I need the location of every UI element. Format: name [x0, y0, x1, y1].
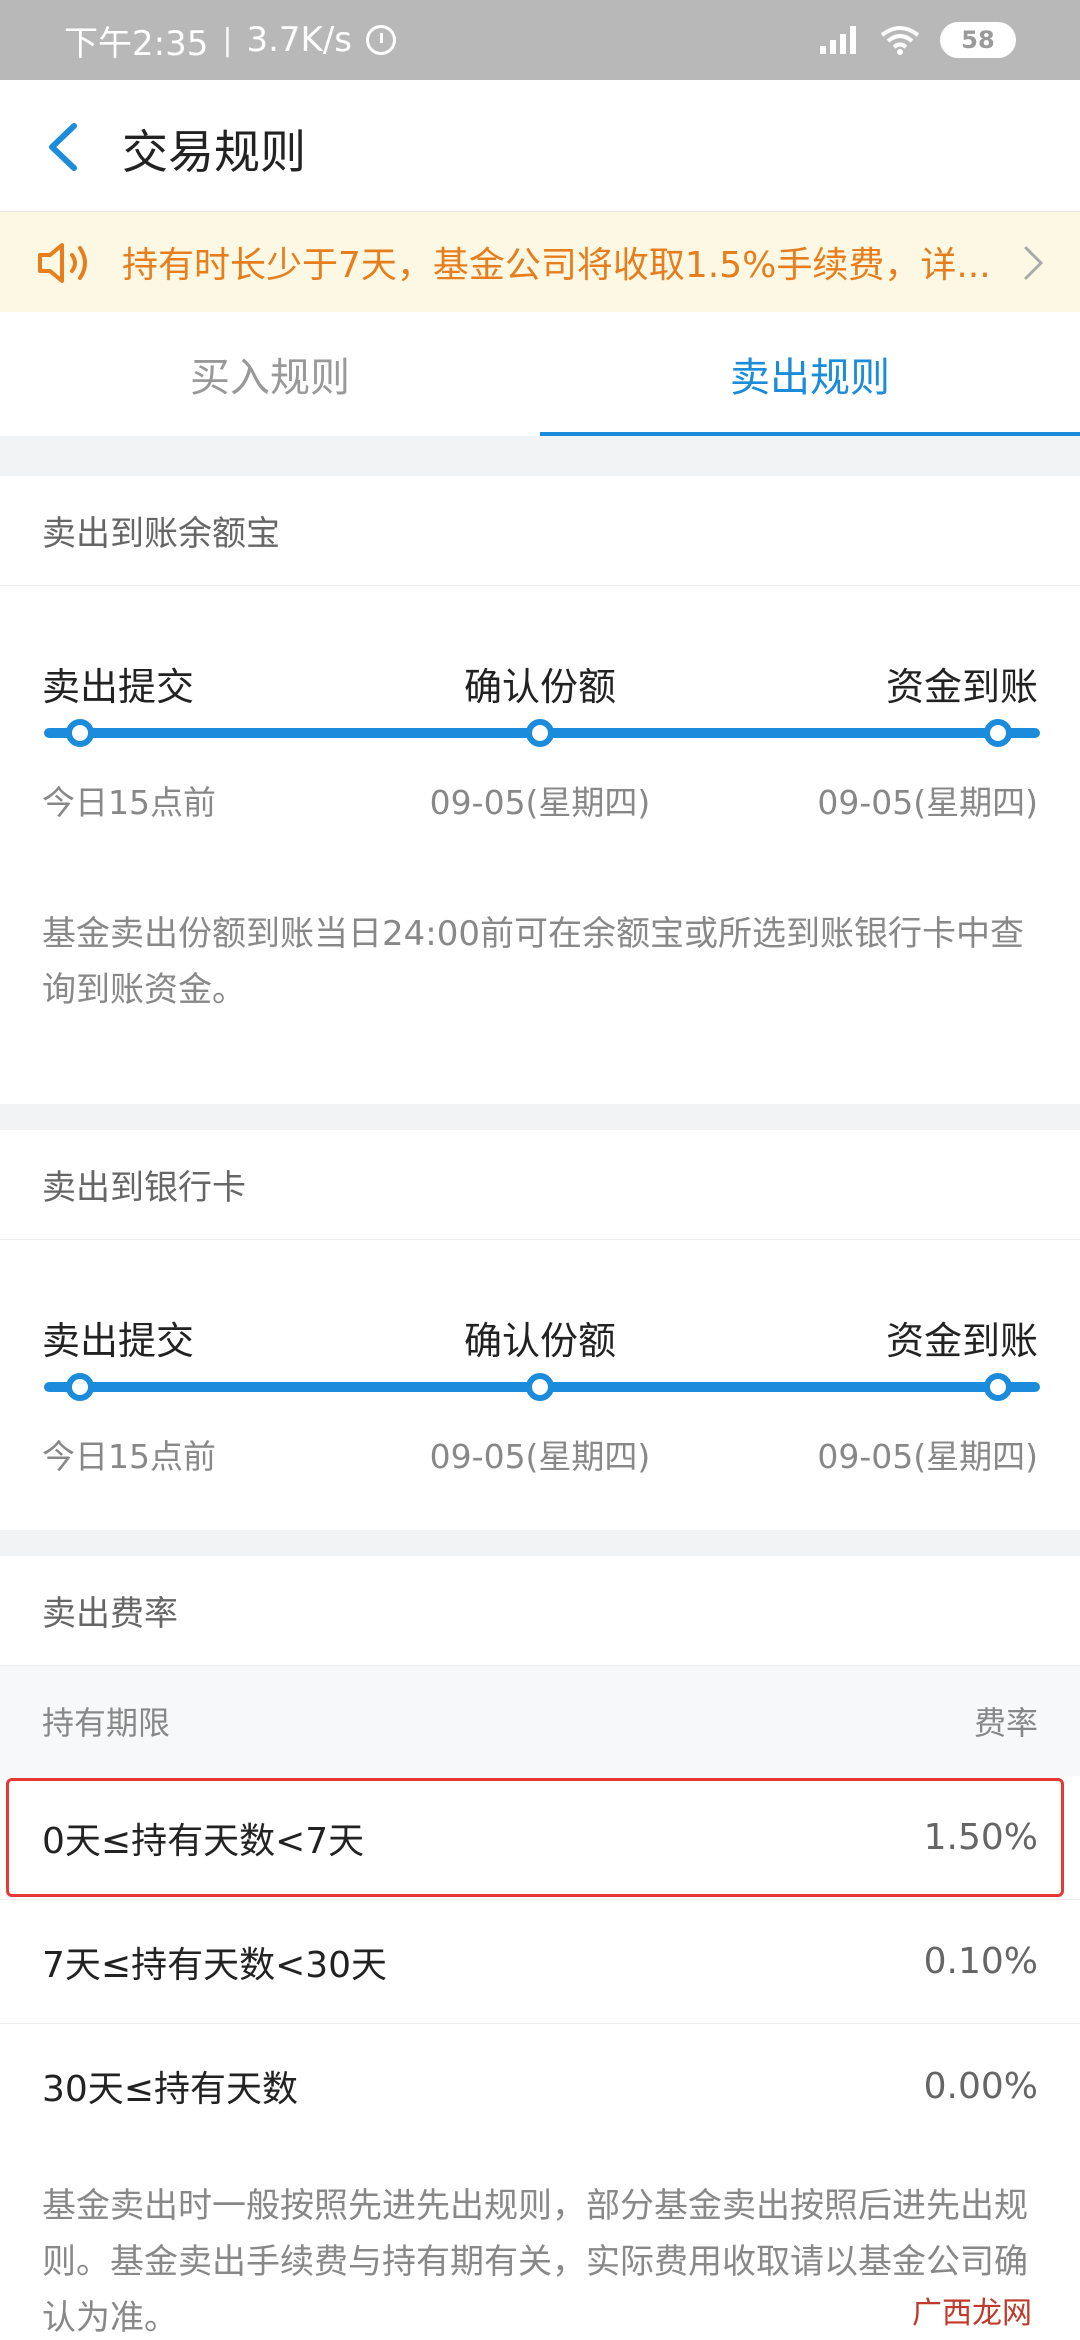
- status-bar: 下午2:35 | 3.7K/s 58: [0, 0, 1080, 80]
- col-header-period: 持有期限: [42, 1704, 171, 1742]
- notice-text: 持有时长少于7天，基金公司将收取1.5%手续费，详...: [122, 245, 991, 286]
- chevron-right-icon: [1024, 246, 1044, 280]
- card-header: 卖出到账余额宝: [0, 476, 1080, 586]
- step-date: 09-05(星期四): [817, 783, 1038, 822]
- tab-buy-rules[interactable]: 买入规则: [0, 312, 540, 436]
- status-right: 58: [820, 22, 1016, 58]
- timeline-dot: [984, 719, 1012, 747]
- step-date: 09-05(星期四): [817, 1437, 1038, 1476]
- rule-tabs: 买入规则 卖出规则: [0, 312, 1080, 436]
- fee-period: 30天≤持有天数: [42, 2069, 298, 2110]
- fee-row: 0天≤持有天数<7天 1.50%: [0, 1776, 1080, 1900]
- fee-rate: 0.10%: [923, 1941, 1038, 1982]
- fee-period: 0天≤持有天数<7天: [42, 1820, 365, 1862]
- timeline-dot: [526, 719, 554, 747]
- fee-period: 7天≤持有天数<30天: [42, 1944, 388, 1986]
- speaker-icon: [38, 243, 87, 283]
- step-label: 资金到账: [885, 1319, 1038, 1363]
- wifi-icon: [880, 26, 920, 55]
- card-title: 卖出到银行卡: [42, 1168, 246, 1208]
- timeline-dot: [66, 1373, 94, 1401]
- status-separator: |: [222, 22, 233, 58]
- notice-bar[interactable]: 持有时长少于7天，基金公司将收取1.5%手续费，详...: [0, 212, 1080, 312]
- tab-sell-rules[interactable]: 卖出规则: [540, 312, 1080, 436]
- status-speed: 3.7K/s: [246, 20, 353, 60]
- card-sell-fee: 卖出费率 持有期限 费率 0天≤持有天数<7天 1.50% 7天≤持有天数<30…: [0, 1556, 1080, 2340]
- watermark-text: 广西龙网: [912, 2296, 1032, 2331]
- card-title: 卖出费率: [42, 1594, 178, 1634]
- alarm-icon: [366, 25, 397, 55]
- card-sell-to-yuebao: 卖出到账余额宝 卖出提交 确认份额 资金到账 今日15点前 09-05(星期四)…: [0, 476, 1080, 1104]
- card-header: 卖出到银行卡: [0, 1130, 1080, 1240]
- fee-table-header: 持有期限 费率: [0, 1666, 1080, 1776]
- timeline: 卖出提交 确认份额 资金到账 今日15点前 09-05(星期四) 09-05(星…: [0, 586, 1080, 886]
- card-note: 基金卖出份额到账当日24:00前可在余额宝或所选到账银行卡中查询到账资金。: [42, 914, 1024, 1010]
- status-time: 下午2:35: [64, 23, 209, 64]
- signal-icon: [820, 26, 860, 54]
- back-arrow-icon[interactable]: [40, 120, 90, 174]
- fee-rate: 0.00%: [923, 2065, 1038, 2107]
- card-header: 卖出费率: [0, 1556, 1080, 1666]
- col-header-rate: 费率: [973, 1704, 1038, 1742]
- timeline: 卖出提交 确认份额 资金到账 今日15点前 09-05(星期四) 09-05(星…: [0, 1240, 1080, 1540]
- timeline-dot: [984, 1373, 1012, 1401]
- battery-indicator: 58: [940, 22, 1016, 58]
- card-sell-to-bank: 卖出到银行卡 卖出提交 确认份额 资金到账 今日15点前 09-05(星期四) …: [0, 1130, 1080, 1530]
- fee-row: 30天≤持有天数 0.00%: [0, 2024, 1080, 2148]
- card-title: 卖出到账余额宝: [42, 514, 280, 554]
- timeline-dot: [66, 719, 94, 747]
- nav-header: 交易规则: [0, 80, 1080, 212]
- timeline-dot: [526, 1373, 554, 1401]
- fee-row: 7天≤持有天数<30天 0.10%: [0, 1900, 1080, 2024]
- status-left: 下午2:35 | 3.7K/s: [64, 16, 397, 65]
- page-title: 交易规则: [122, 125, 306, 179]
- step-label: 资金到账: [885, 665, 1038, 709]
- fee-rate: 1.50%: [923, 1817, 1038, 1858]
